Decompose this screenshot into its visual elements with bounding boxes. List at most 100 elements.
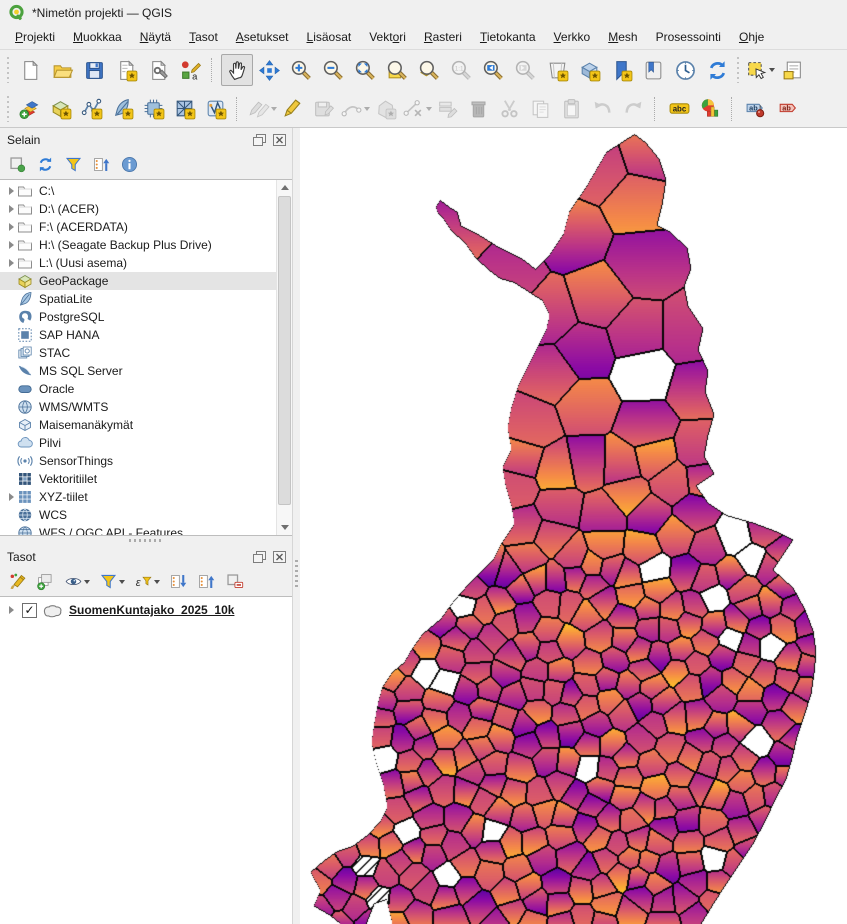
browser-item-d-acer[interactable]: D:\ (ACER) — [0, 200, 292, 218]
expander-icon[interactable] — [5, 493, 17, 501]
menu-tietokanta[interactable]: Tietokanta — [471, 27, 545, 47]
expander-icon[interactable] — [5, 241, 17, 249]
layers-float-button[interactable] — [252, 550, 267, 564]
browser-item-xyz-tiilet[interactable]: XYZ-tiilet — [0, 488, 292, 506]
toolbar-drag-handle[interactable] — [6, 96, 11, 122]
toggle-editing-button[interactable] — [277, 94, 308, 124]
open-project-button[interactable] — [46, 54, 78, 86]
zoom-to-selection-button[interactable] — [381, 54, 413, 86]
new-map-view-button[interactable] — [541, 54, 573, 86]
expander-icon[interactable] — [5, 187, 17, 195]
dropdown-caret-icon[interactable] — [84, 580, 90, 584]
menu-n-yt-[interactable]: Näytä — [131, 27, 180, 47]
browser-item-wms-wmts[interactable]: WMS/WMTS — [0, 398, 292, 416]
browser-float-button[interactable] — [252, 133, 267, 147]
dock-map-splitter[interactable] — [292, 128, 300, 924]
toolbar-drag-handle[interactable] — [736, 57, 741, 83]
layers-expand-all-button[interactable] — [169, 572, 188, 591]
browser-scrollbar[interactable] — [276, 180, 292, 535]
browser-item-c[interactable]: C:\ — [0, 182, 292, 200]
expander-icon[interactable] — [5, 205, 17, 213]
browser-item-ms-sql-server[interactable]: MS SQL Server — [0, 362, 292, 380]
browser-item-wcs[interactable]: WCS — [0, 506, 292, 524]
dropdown-caret-icon[interactable] — [769, 68, 775, 72]
new-spatialite-layer-button[interactable] — [107, 94, 138, 124]
layers-filter-expression-button[interactable]: ε — [134, 572, 160, 591]
browser-item-oracle[interactable]: Oracle — [0, 380, 292, 398]
layers-add-group-button[interactable] — [36, 572, 55, 591]
layers-layer-styling-button[interactable] — [8, 572, 27, 591]
data-source-manager-button[interactable] — [14, 94, 45, 124]
browser-panel-refresh-button[interactable] — [36, 155, 55, 174]
new-bookmark-button[interactable] — [605, 54, 637, 86]
browser-item-stac[interactable]: STAC — [0, 344, 292, 362]
dropdown-caret-icon[interactable] — [364, 107, 370, 111]
layers-close-button[interactable] — [272, 550, 287, 564]
layers-collapse-all-button[interactable] — [197, 572, 216, 591]
expander-icon[interactable] — [5, 606, 17, 614]
browser-item-sap-hana[interactable]: SAP HANA — [0, 326, 292, 344]
menu-ohje[interactable]: Ohje — [730, 27, 773, 47]
zoom-in-button[interactable] — [285, 54, 317, 86]
zoom-full-button[interactable] — [349, 54, 381, 86]
layer-name[interactable]: SuomenKuntajako_2025_10k — [69, 603, 234, 617]
browser-panel-add-layers-button[interactable] — [8, 155, 27, 174]
browser-panel-properties-button[interactable] — [120, 155, 139, 174]
new-3d-map-view-button[interactable] — [573, 54, 605, 86]
temporal-controller-button[interactable] — [669, 54, 701, 86]
zoom-last-button[interactable] — [477, 54, 509, 86]
menu-projekti[interactable]: Projekti — [6, 27, 64, 47]
menu-rasteri[interactable]: Rasteri — [415, 27, 471, 47]
menu-tasot[interactable]: Tasot — [180, 27, 227, 47]
browser-item-sensorthings[interactable]: SensorThings — [0, 452, 292, 470]
menu-prosessointi[interactable]: Prosessointi — [647, 27, 730, 47]
zoom-out-button[interactable] — [317, 54, 349, 86]
browser-item-f-acerdata[interactable]: F:\ (ACERDATA) — [0, 218, 292, 236]
browser-panel-filter-button[interactable] — [64, 155, 83, 174]
browser-item-l-uusi-asema[interactable]: L:\ (Uusi asema) — [0, 254, 292, 272]
dropdown-caret-icon[interactable] — [154, 580, 160, 584]
browser-item-h-seagate-backup-plus-drive[interactable]: H:\ (Seagate Backup Plus Drive) — [0, 236, 292, 254]
highlight-pinned-labels-button[interactable]: ab — [772, 94, 803, 124]
expander-icon[interactable] — [5, 223, 17, 231]
browser-item-spatialite[interactable]: SpatiaLite — [0, 290, 292, 308]
browser-item-wfs-ogc-api-features[interactable]: WFS / OGC API - Features — [0, 524, 292, 536]
browser-item-geopackage[interactable]: GeoPackage — [0, 272, 292, 290]
expander-icon[interactable] — [5, 259, 17, 267]
scrollbar-thumb[interactable] — [278, 196, 291, 505]
browser-item-postgresql[interactable]: PostgreSQL — [0, 308, 292, 326]
map-canvas[interactable] — [300, 128, 847, 924]
panel-splitter[interactable] — [0, 536, 292, 545]
menu-lis-osat[interactable]: Lisäosat — [298, 27, 361, 47]
browser-item-pilvi[interactable]: Pilvi — [0, 434, 292, 452]
layer-labeling-button[interactable]: abc — [664, 94, 695, 124]
new-gpx-layer-button[interactable] — [200, 94, 231, 124]
menu-vektori[interactable]: Vektori — [360, 27, 415, 47]
dropdown-caret-icon[interactable] — [119, 580, 125, 584]
select-by-form-button[interactable] — [776, 54, 808, 86]
browser-panel-collapse-button[interactable] — [92, 155, 111, 174]
layer-row[interactable]: SuomenKuntajako_2025_10k — [0, 600, 292, 620]
scroll-down-icon[interactable] — [277, 520, 292, 535]
new-virtual-layer-button[interactable] — [138, 94, 169, 124]
show-bookmarks-button[interactable] — [637, 54, 669, 86]
layers-filter-legend-button[interactable] — [99, 572, 125, 591]
toolbar-drag-handle[interactable] — [6, 57, 11, 83]
layers-remove-layer-button[interactable] — [225, 572, 244, 591]
menu-verkko[interactable]: Verkko — [545, 27, 600, 47]
refresh-map-button[interactable] — [701, 54, 733, 86]
dropdown-caret-icon[interactable] — [271, 107, 277, 111]
new-shapefile-layer-button[interactable] — [76, 94, 107, 124]
new-mesh-layer-button[interactable] — [169, 94, 200, 124]
pan-to-selection-button[interactable] — [253, 54, 285, 86]
style-manager-button[interactable]: a — [174, 54, 206, 86]
layout-manager-button[interactable] — [142, 54, 174, 86]
pan-map-button[interactable] — [221, 54, 253, 86]
new-project-button[interactable] — [14, 54, 46, 86]
menu-mesh[interactable]: Mesh — [599, 27, 646, 47]
browser-close-button[interactable] — [272, 133, 287, 147]
new-geopackage-layer-button[interactable] — [45, 94, 76, 124]
menu-asetukset[interactable]: Asetukset — [227, 27, 298, 47]
select-features-button[interactable] — [744, 54, 776, 86]
dropdown-caret-icon[interactable] — [426, 107, 432, 111]
